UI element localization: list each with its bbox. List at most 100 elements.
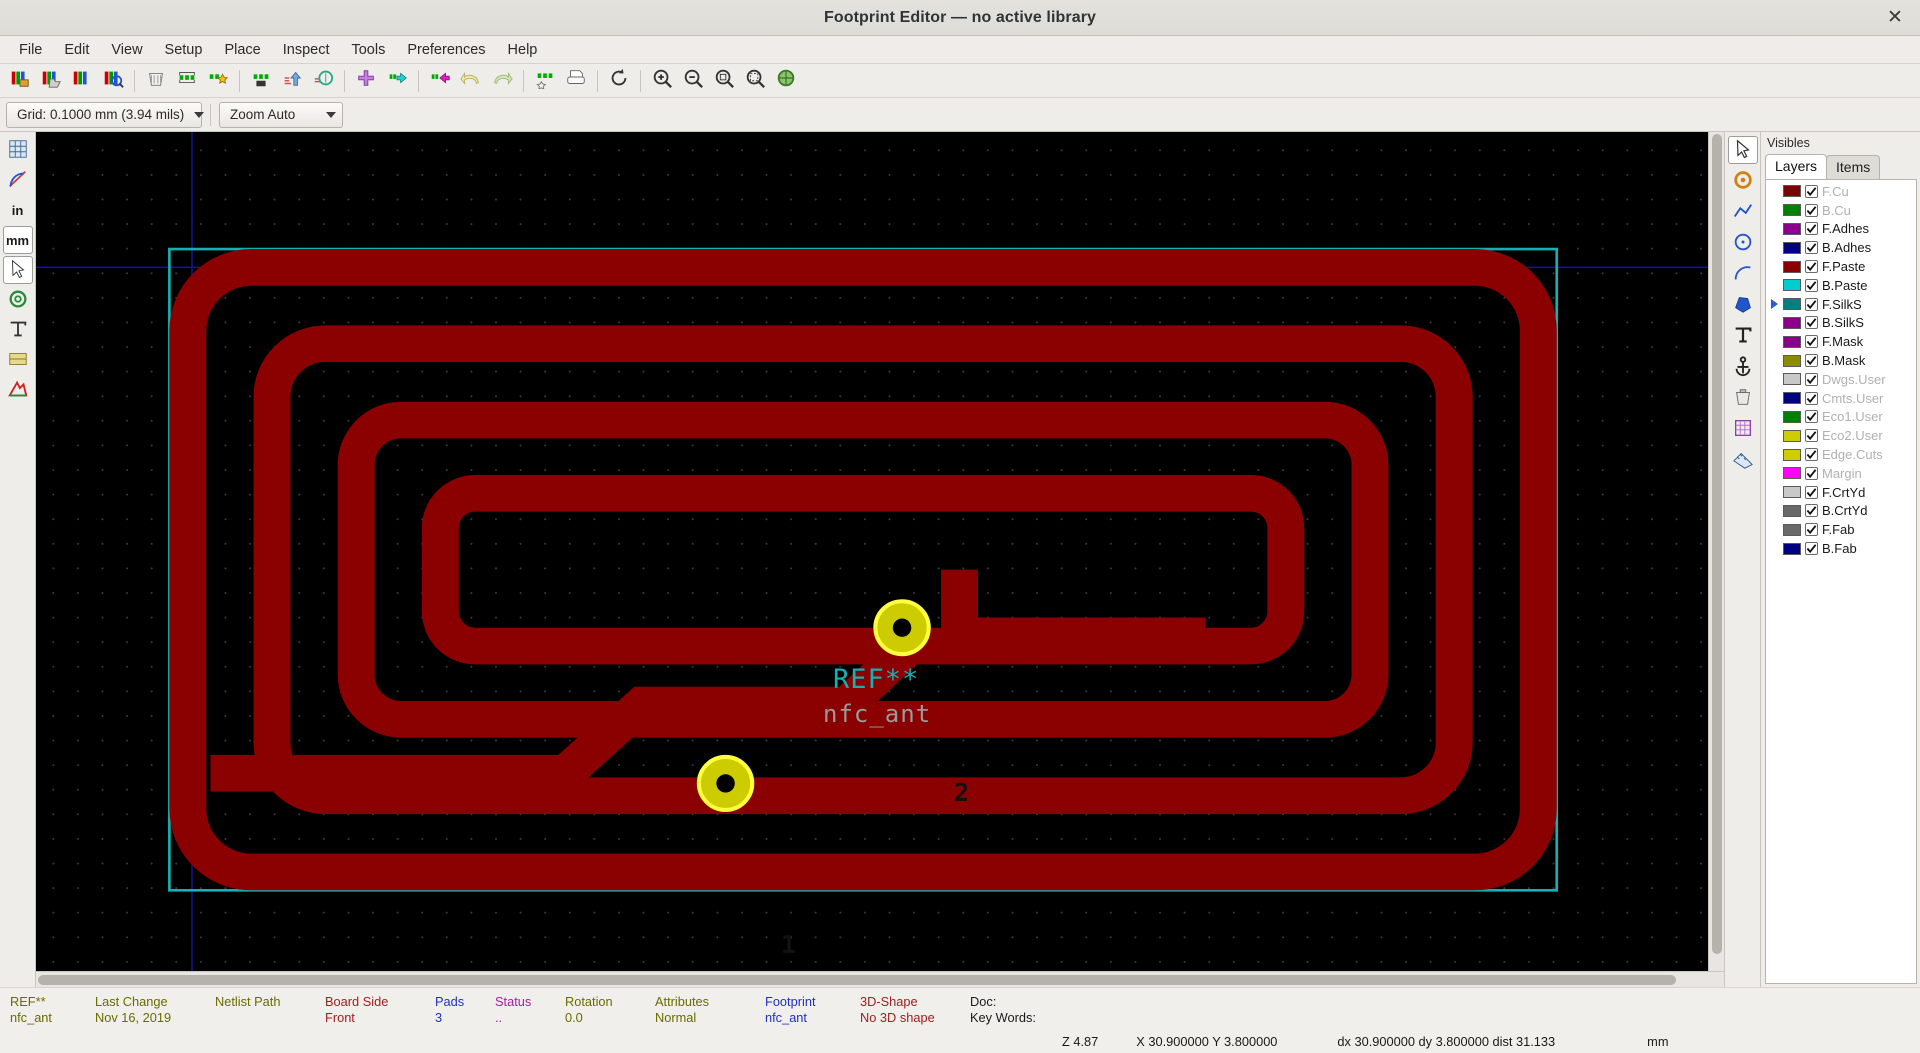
tab-items[interactable]: Items <box>1826 155 1881 179</box>
layer-row[interactable]: B.Mask <box>1766 351 1916 370</box>
footprint-properties-button[interactable] <box>530 67 560 95</box>
layer-color-swatch[interactable] <box>1783 448 1801 461</box>
layer-row[interactable]: F.Cu <box>1766 182 1916 201</box>
add-text-button[interactable] <box>1728 322 1758 350</box>
layer-visibility-checkbox[interactable] <box>1805 391 1818 405</box>
layer-color-swatch[interactable] <box>1783 392 1801 405</box>
layer-visibility-checkbox[interactable] <box>1805 410 1818 424</box>
set-grid-origin-button[interactable] <box>1728 415 1758 443</box>
layer-color-swatch[interactable] <box>1783 429 1801 442</box>
show-graphics-sketch-button[interactable] <box>3 346 33 374</box>
draw-circle-button[interactable] <box>1728 229 1758 257</box>
footprint-to-board-button[interactable] <box>425 67 455 95</box>
layer-color-swatch[interactable] <box>1783 542 1801 555</box>
menu-tools[interactable]: Tools <box>340 39 396 61</box>
layer-row[interactable]: Dwgs.User <box>1766 370 1916 389</box>
reference-designator-text[interactable]: REF** <box>833 664 919 695</box>
layer-row[interactable]: F.SilkS <box>1766 295 1916 314</box>
draw-arc-button[interactable] <box>1728 260 1758 288</box>
save-library-button[interactable] <box>67 67 97 95</box>
layer-row[interactable]: Cmts.User <box>1766 389 1916 408</box>
new-footprint-button[interactable] <box>172 67 202 95</box>
menu-preferences[interactable]: Preferences <box>396 39 496 61</box>
layer-visibility-checkbox[interactable] <box>1805 316 1818 330</box>
layer-color-swatch[interactable] <box>1783 373 1801 386</box>
layer-color-swatch[interactable] <box>1783 185 1801 198</box>
toggle-grid-button[interactable] <box>3 136 33 164</box>
layer-visibility-checkbox[interactable] <box>1805 504 1818 518</box>
print-button[interactable] <box>561 67 591 95</box>
menu-place[interactable]: Place <box>213 39 271 61</box>
layer-color-swatch[interactable] <box>1783 467 1801 480</box>
delete-footprint-button[interactable] <box>141 67 171 95</box>
layer-visibility-checkbox[interactable] <box>1805 466 1818 480</box>
layer-color-swatch[interactable] <box>1783 279 1801 292</box>
layer-color-swatch[interactable] <box>1783 241 1801 254</box>
menu-help[interactable]: Help <box>497 39 549 61</box>
layer-row[interactable]: B.SilkS <box>1766 314 1916 333</box>
layer-row[interactable]: F.CrtYd <box>1766 483 1916 502</box>
layer-color-swatch[interactable] <box>1783 204 1801 217</box>
layer-visibility-checkbox[interactable] <box>1805 542 1818 556</box>
export-footprint-button[interactable] <box>308 67 338 95</box>
toggle-cursor-button[interactable] <box>2 256 33 284</box>
layer-visibility-checkbox[interactable] <box>1805 260 1818 274</box>
layer-visibility-checkbox[interactable] <box>1805 184 1818 198</box>
layer-visibility-checkbox[interactable] <box>1805 485 1818 499</box>
layer-color-swatch[interactable] <box>1783 298 1801 311</box>
layer-visibility-checkbox[interactable] <box>1805 523 1818 537</box>
undo-button[interactable] <box>456 67 486 95</box>
pad-1[interactable] <box>696 754 755 812</box>
zoom-out-button[interactable] <box>678 67 708 95</box>
menu-file[interactable]: File <box>8 39 53 61</box>
library-browser-button[interactable] <box>98 67 128 95</box>
layer-row[interactable]: F.Paste <box>1766 257 1916 276</box>
menu-edit[interactable]: Edit <box>53 39 100 61</box>
toggle-polar-coords-button[interactable] <box>3 166 33 194</box>
layer-row[interactable]: F.Mask <box>1766 332 1916 351</box>
layer-row[interactable]: Margin <box>1766 464 1916 483</box>
add-footprint-button[interactable] <box>351 67 381 95</box>
units-inches-button[interactable]: in <box>3 196 33 224</box>
zoom-select[interactable]: Zoom Auto <box>219 101 343 128</box>
layer-row[interactable]: Edge.Cuts <box>1766 445 1916 464</box>
menu-view[interactable]: View <box>100 39 153 61</box>
layer-row[interactable]: B.Paste <box>1766 276 1916 295</box>
layer-color-swatch[interactable] <box>1783 335 1801 348</box>
menu-inspect[interactable]: Inspect <box>272 39 341 61</box>
layer-row[interactable]: B.Cu <box>1766 201 1916 220</box>
measure-tool-button[interactable] <box>1728 446 1758 474</box>
open-library-button[interactable] <box>36 67 66 95</box>
layer-visibility-checkbox[interactable] <box>1805 241 1818 255</box>
layer-visibility-checkbox[interactable] <box>1805 354 1818 368</box>
show-pads-sketch-button[interactable] <box>3 286 33 314</box>
layer-row[interactable]: B.Fab <box>1766 539 1916 558</box>
vertical-scrollbar-thumb[interactable] <box>1712 134 1722 954</box>
grid-select[interactable]: Grid: 0.1000 mm (3.94 mils) <box>6 101 205 128</box>
zoom-in-button[interactable] <box>647 67 677 95</box>
layer-row[interactable]: F.Fab <box>1766 520 1916 539</box>
layer-color-swatch[interactable] <box>1783 354 1801 367</box>
draw-polygon-button[interactable] <box>1728 291 1758 319</box>
pad-2[interactable] <box>873 599 931 657</box>
layer-color-swatch[interactable] <box>1783 316 1801 329</box>
layer-color-swatch[interactable] <box>1783 410 1801 423</box>
layer-row[interactable]: B.CrtYd <box>1766 502 1916 521</box>
select-tool-button[interactable] <box>1727 136 1758 164</box>
layer-visibility-checkbox[interactable] <box>1805 372 1818 386</box>
high-contrast-mode-button[interactable] <box>3 376 33 404</box>
units-mm-button[interactable]: mm <box>2 226 33 254</box>
canvas-vertical-scrollbar[interactable] <box>1708 132 1724 971</box>
set-anchor-button[interactable] <box>1728 353 1758 381</box>
close-icon[interactable]: ✕ <box>1884 7 1906 29</box>
refresh-button[interactable] <box>604 67 634 95</box>
layer-row[interactable]: F.Adhes <box>1766 220 1916 239</box>
layer-color-swatch[interactable] <box>1783 486 1801 499</box>
menu-setup[interactable]: Setup <box>154 39 214 61</box>
zoom-area-button[interactable] <box>740 67 770 95</box>
layer-row[interactable]: Eco1.User <box>1766 408 1916 427</box>
save-footprint-button[interactable] <box>246 67 276 95</box>
add-pad-button[interactable] <box>1728 167 1758 195</box>
zoom-fit-button[interactable] <box>709 67 739 95</box>
layer-visibility-checkbox[interactable] <box>1805 278 1818 292</box>
